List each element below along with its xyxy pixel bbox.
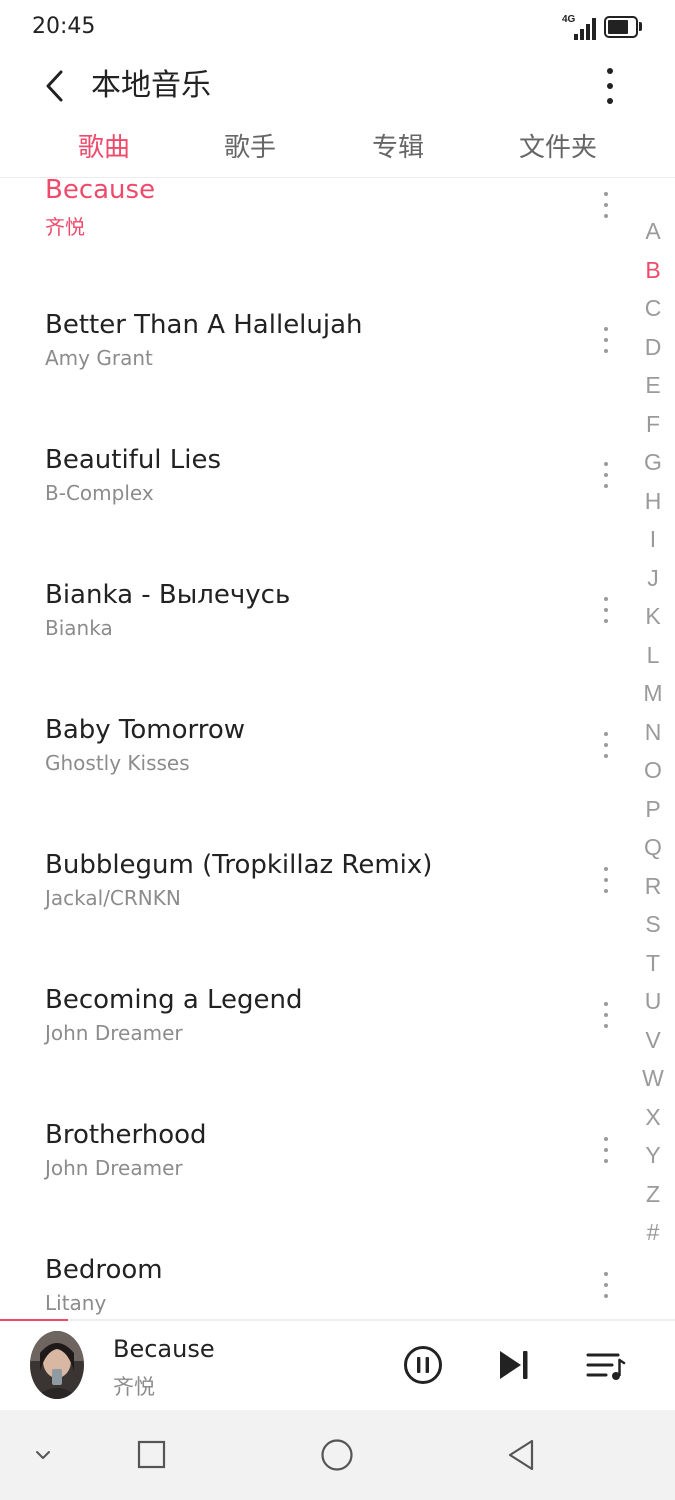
back-triangle-icon[interactable] [501,1435,541,1475]
now-playing-title: Because [113,1335,215,1363]
song-more-icon[interactable] [596,190,616,224]
song-artist: Litany [45,1291,107,1315]
song-title: Bianka - Вылечусь [45,580,291,610]
song-row[interactable]: Becoming a Legend John Dreamer [0,947,630,1082]
song-row[interactable]: Baby Tomorrow Ghostly Kisses [0,677,630,812]
song-more-icon[interactable] [596,1270,616,1304]
song-artist: Bianka [45,616,113,640]
index-letter[interactable]: Y [632,1142,674,1169]
song-artist: B-Complex [45,481,154,505]
tab-folders[interactable]: 文件夹 [483,130,633,166]
index-letter[interactable]: K [632,603,674,630]
index-letter[interactable]: O [632,757,674,784]
index-letter[interactable]: I [632,526,674,553]
index-letter[interactable]: N [632,719,674,746]
index-letter[interactable]: S [632,911,674,938]
battery-icon [604,16,638,38]
song-more-icon[interactable] [596,865,616,899]
network-type-label: 4G [562,14,576,25]
index-letter[interactable]: G [632,449,674,476]
recents-square-icon[interactable] [132,1435,172,1475]
song-row[interactable]: Bedroom Litany [0,1217,630,1320]
song-more-icon[interactable] [596,595,616,629]
song-title: Baby Tomorrow [45,715,246,745]
song-more-icon[interactable] [596,1000,616,1034]
song-row[interactable]: Brotherhood John Dreamer [0,1082,630,1217]
playlist-icon[interactable] [586,1349,626,1383]
more-vertical-icon[interactable] [595,64,625,108]
song-list[interactable]: Because 齐悦 Better Than A Hallelujah Amy … [0,179,675,1320]
system-nav-bar [0,1410,675,1500]
song-title: Because [45,179,156,205]
index-letter[interactable]: L [632,642,674,669]
mini-player[interactable]: Because 齐悦 [0,1321,675,1410]
index-letter[interactable]: F [632,411,674,438]
index-letter[interactable]: R [632,873,674,900]
index-letter[interactable]: Q [632,834,674,861]
index-letter[interactable]: B [632,257,674,284]
song-title: Beautiful Lies [45,445,222,475]
song-artist: John Dreamer [45,1021,183,1045]
song-row[interactable]: Because 齐悦 [0,179,630,272]
song-title: Brotherhood [45,1120,207,1150]
song-title: Better Than A Hallelujah [45,310,363,340]
song-title: Bedroom [45,1255,163,1285]
index-letter[interactable]: H [632,488,674,515]
index-letter[interactable]: W [632,1065,674,1092]
index-letter[interactable]: Z [632,1181,674,1208]
song-artist: John Dreamer [45,1156,183,1180]
back-arrow-icon[interactable] [36,64,76,108]
song-row[interactable]: Better Than A Hallelujah Amy Grant [0,272,630,407]
tab-artists[interactable]: 歌手 [175,130,325,166]
index-letter[interactable]: # [632,1219,674,1246]
index-letter[interactable]: T [632,950,674,977]
index-letter[interactable]: E [632,372,674,399]
signal-icon: 4G [562,14,596,40]
now-playing-artist: 齐悦 [113,1375,155,1399]
song-artist: Jackal/CRNKN [45,886,181,910]
song-artist: 齐悦 [45,215,85,239]
pause-icon[interactable] [403,1345,443,1385]
song-title: Bubblegum (Tropkillaz Remix) [45,850,433,880]
home-circle-icon[interactable] [317,1435,357,1475]
tab-albums[interactable]: 专辑 [323,130,473,166]
index-letter[interactable]: C [632,295,674,322]
index-letter[interactable]: D [632,334,674,361]
song-more-icon[interactable] [596,1135,616,1169]
tab-songs[interactable]: 歌曲 [29,130,179,166]
chevron-down-icon[interactable] [24,1435,64,1475]
song-artist: Ghostly Kisses [45,751,190,775]
index-letter[interactable]: X [632,1104,674,1131]
song-more-icon[interactable] [596,460,616,494]
song-row[interactable]: Bubblegum (Tropkillaz Remix) Jackal/CRNK… [0,812,630,947]
song-title: Becoming a Legend [45,985,303,1015]
song-more-icon[interactable] [596,730,616,764]
tab-bar: 歌曲 歌手 专辑 文件夹 [0,120,675,178]
song-more-icon[interactable] [596,325,616,359]
status-time: 20:45 [32,14,96,39]
index-letter[interactable]: U [632,988,674,1015]
index-letter[interactable]: A [632,218,674,245]
index-letter[interactable]: P [632,796,674,823]
status-bar: 20:45 4G [0,0,675,56]
song-row[interactable]: Bianka - Вылечусь Bianka [0,542,630,677]
index-letter[interactable]: M [632,680,674,707]
next-track-icon[interactable] [497,1347,531,1383]
page-title: 本地音乐 [91,68,211,103]
song-row[interactable]: Beautiful Lies B-Complex [0,407,630,542]
index-letter[interactable]: J [632,565,674,592]
song-artist: Amy Grant [45,346,153,370]
album-art[interactable] [30,1331,84,1399]
index-letter[interactable]: V [632,1027,674,1054]
battery-cap [639,22,642,31]
